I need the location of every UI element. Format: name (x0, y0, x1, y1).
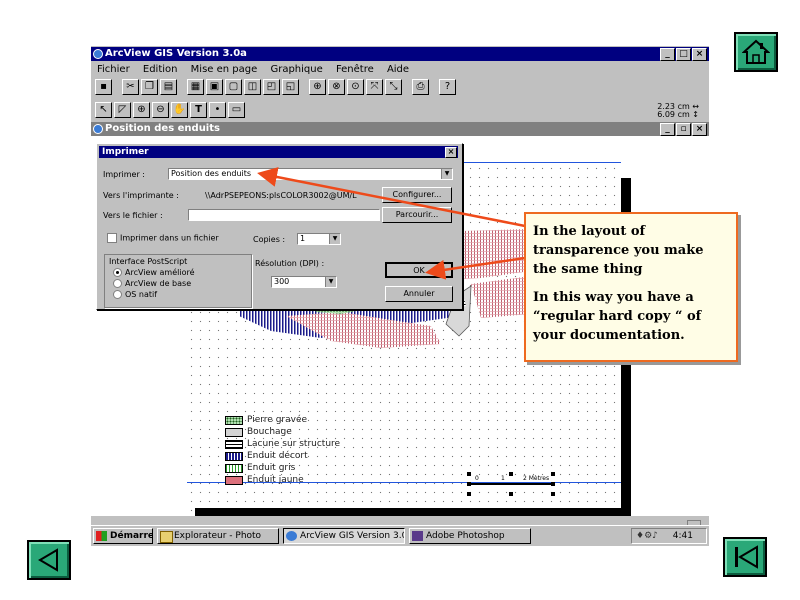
callout-text-1: In the layout of transparence you make t… (533, 224, 704, 277)
arrow-to-ok (425, 256, 526, 280)
callout-box: In the layout of transparence you make t… (524, 212, 738, 362)
callout-text-2: In this way you have a “regular hard cop… (533, 290, 702, 343)
arrow-to-printer (257, 167, 526, 228)
